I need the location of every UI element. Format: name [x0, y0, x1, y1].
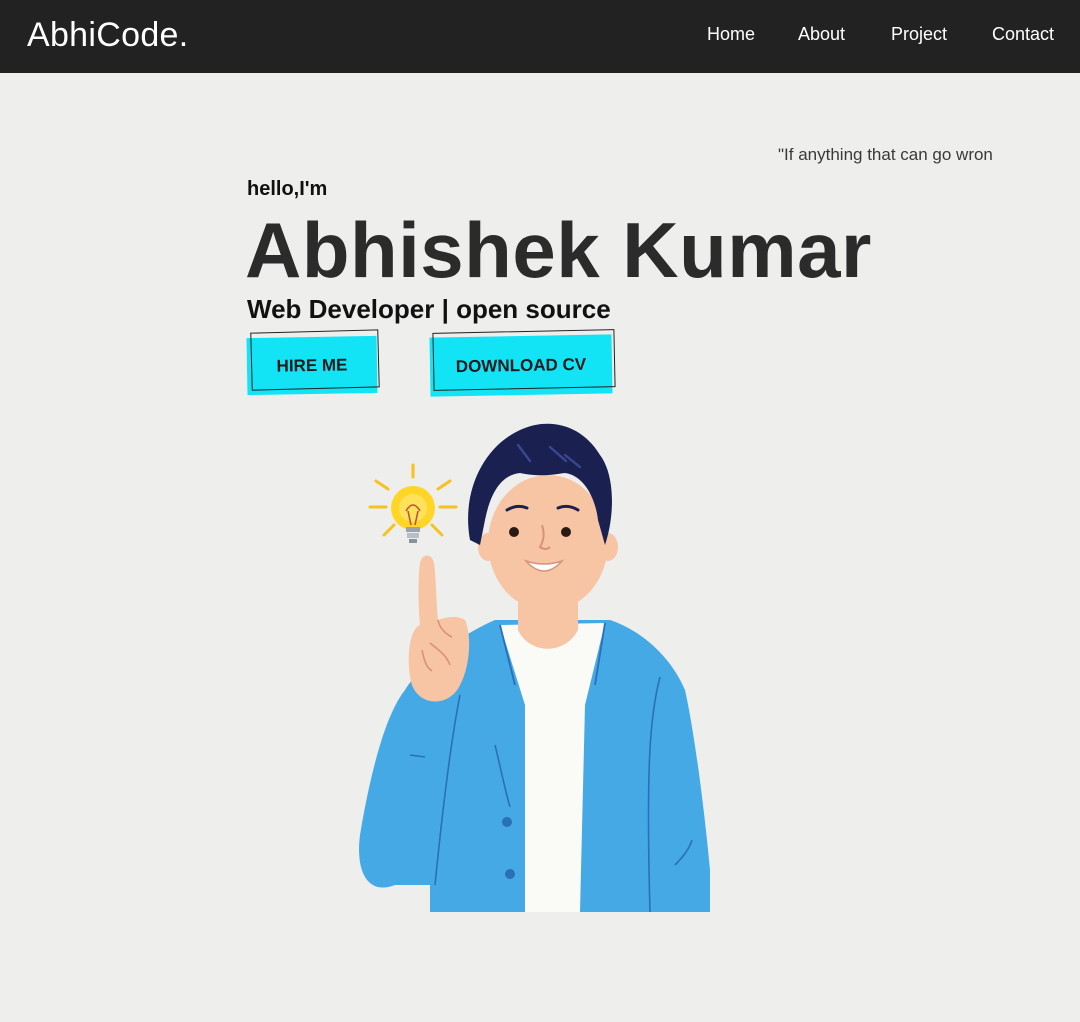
nav-link-about[interactable]: About: [798, 24, 845, 45]
hero-name: Abhishek Kumar: [245, 206, 872, 294]
download-cv-button[interactable]: DOWNLOAD CV: [429, 334, 613, 397]
lightbulb-icon: [368, 463, 458, 543]
nav-link-project[interactable]: Project: [891, 24, 947, 45]
nav-link-home[interactable]: Home: [707, 24, 755, 45]
hero-greeting: hello,I'm: [247, 178, 328, 200]
developer-avatar-illustration: [359, 423, 710, 913]
hero-role: Web Developer | open source: [247, 294, 611, 324]
brand-logo[interactable]: AbhiCode.: [27, 16, 188, 55]
marquee-quote: "If anything that can go wron: [778, 145, 993, 164]
nav-link-contact[interactable]: Contact: [992, 24, 1054, 45]
hire-me-button[interactable]: HIRE ME: [246, 335, 378, 396]
navbar: AbhiCode. Home About Project Contact: [0, 0, 1080, 73]
